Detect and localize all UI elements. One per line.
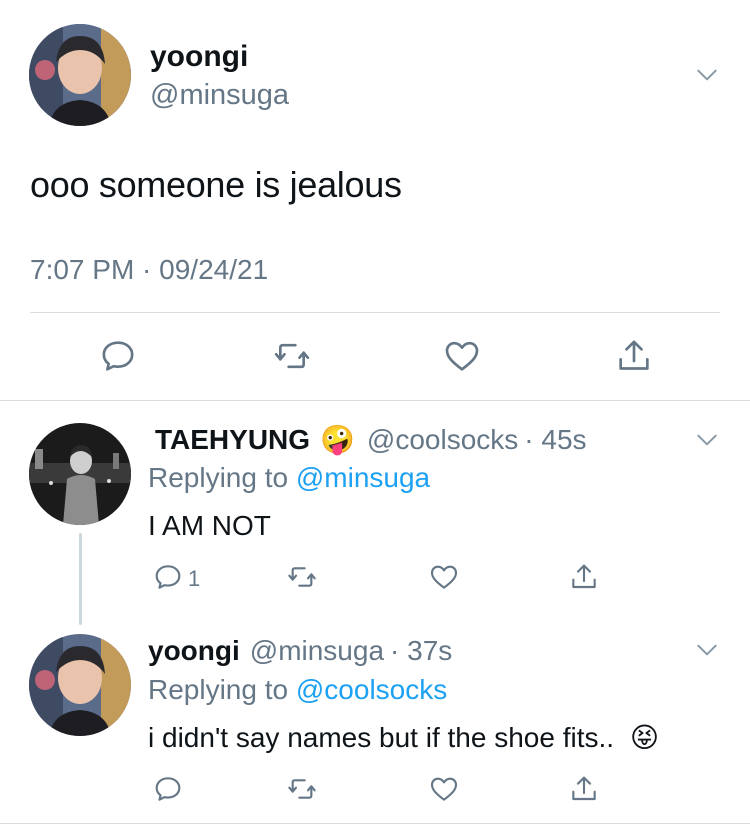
share-icon[interactable] — [566, 771, 602, 807]
retweet-icon[interactable] — [270, 334, 314, 378]
replying-to: Replying to @minsuga — [148, 461, 430, 495]
reply-icon[interactable] — [150, 559, 186, 595]
chevron-down-icon[interactable] — [694, 637, 720, 663]
like-icon[interactable] — [426, 771, 462, 807]
replying-to: Replying to @coolsocks — [148, 673, 447, 707]
share-icon[interactable] — [612, 334, 656, 378]
replying-to-link[interactable]: @minsuga — [296, 462, 430, 493]
replying-prefix: Replying to — [148, 462, 289, 493]
emoji: 😝 — [629, 722, 660, 753]
reply-text-body: i didn't say names but if the shoe fits.… — [148, 722, 615, 753]
like-icon[interactable] — [426, 559, 462, 595]
reply-text: I AM NOT — [148, 510, 271, 541]
tweet-text: ooo someone is jealous — [30, 164, 402, 205]
replying-to-link[interactable]: @coolsocks — [296, 674, 447, 705]
reply-text: i didn't say names but if the shoe fits.… — [148, 721, 659, 755]
reply-icon[interactable] — [96, 334, 140, 378]
chevron-down-icon[interactable] — [694, 62, 720, 88]
divider — [30, 312, 720, 313]
chevron-down-icon[interactable] — [694, 427, 720, 453]
author-name[interactable]: yoongi — [148, 634, 240, 668]
author-handle[interactable]: @coolsocks — [367, 423, 518, 457]
emoji: 🤪 — [320, 424, 355, 455]
author-handle[interactable]: @minsuga — [150, 78, 289, 112]
retweet-icon[interactable] — [284, 559, 320, 595]
avatar[interactable] — [29, 423, 131, 525]
author-name[interactable]: TAEHYUNG — [155, 423, 310, 457]
share-icon[interactable] — [566, 559, 602, 595]
author-name[interactable]: yoongi — [150, 40, 248, 74]
thread-line — [79, 533, 82, 625]
reply-header: TAEHYUNG 🤪 @coolsocks · 45s — [155, 423, 587, 457]
avatar[interactable] — [29, 24, 131, 126]
divider — [0, 400, 750, 401]
like-icon[interactable] — [440, 334, 484, 378]
reply-count: 1 — [188, 566, 201, 591]
tweet-timestamp[interactable]: 7:07 PM · 09/24/21 — [30, 253, 268, 287]
reply-header: yoongi @minsuga · 37s — [148, 634, 452, 668]
retweet-icon[interactable] — [284, 771, 320, 807]
avatar[interactable] — [29, 634, 131, 736]
reply-icon[interactable] — [150, 771, 186, 807]
reply-time[interactable]: · 45s — [524, 423, 586, 457]
divider — [0, 823, 750, 824]
reply-time[interactable]: · 37s — [390, 634, 452, 668]
replying-prefix: Replying to — [148, 674, 289, 705]
author-handle[interactable]: @minsuga — [250, 634, 384, 668]
